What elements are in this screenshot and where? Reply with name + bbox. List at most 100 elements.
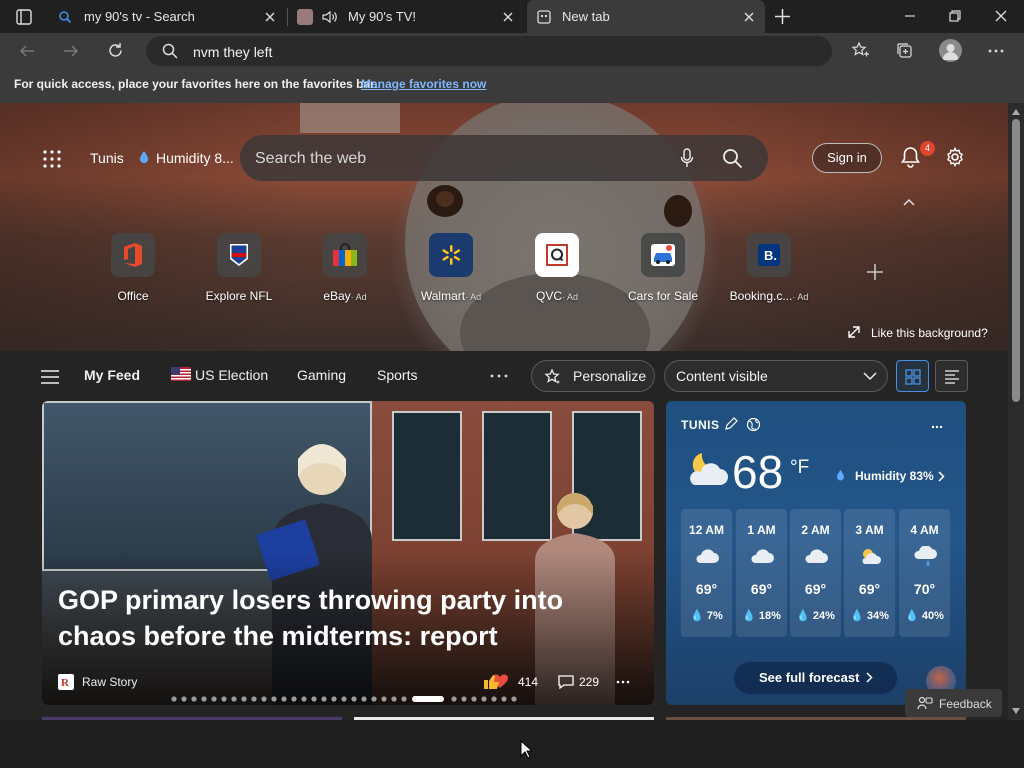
feedback-button[interactable]: Feedback	[905, 689, 1002, 717]
microphone-icon[interactable]	[680, 148, 694, 168]
list-layout-button[interactable]	[935, 360, 968, 392]
personalize-button[interactable]: Personalize	[531, 360, 655, 392]
reaction-like-heart-icon[interactable]	[482, 671, 516, 691]
scroll-up-icon[interactable]	[1012, 109, 1020, 115]
forward-arrow-icon[interactable]	[62, 42, 80, 60]
location-label[interactable]: Tunis	[90, 150, 124, 166]
comment-icon[interactable]	[557, 674, 575, 690]
rain-cloud-icon	[913, 546, 937, 566]
feedback-person-icon	[917, 696, 933, 710]
scrollbar-thumb[interactable]	[1012, 119, 1020, 402]
chevron-right-icon[interactable]	[938, 471, 945, 482]
story-more-icon[interactable]	[616, 680, 630, 684]
tab-title: My 90's TV!	[348, 9, 416, 24]
collections-icon[interactable]	[895, 41, 914, 60]
tab-title: my 90's tv - Search	[84, 9, 195, 24]
more-options-icon[interactable]	[987, 42, 1005, 60]
weather-card[interactable]: TUNIS 68 °F Humidity 83% 12 AM 69° 💧 7%	[666, 401, 966, 705]
search-favicon-icon	[58, 10, 74, 24]
office-logo-icon	[111, 233, 155, 277]
tab-my-90s-tv[interactable]: My 90's TV!	[288, 0, 524, 33]
refresh-icon[interactable]	[106, 41, 125, 60]
address-bar[interactable]: nvm they left	[146, 36, 832, 66]
profile-avatar-icon[interactable]	[939, 39, 962, 62]
manage-favorites-link[interactable]: Manage favorites now	[361, 77, 486, 91]
close-tab-icon[interactable]	[500, 9, 516, 25]
current-temperature: 68	[732, 446, 784, 498]
tab-new-tab[interactable]: New tab	[527, 0, 765, 33]
weather-city[interactable]: TUNIS	[681, 418, 720, 432]
web-search-box[interactable]: Search the web	[240, 135, 768, 181]
quick-link-booking[interactable]: B. Booking.c...· Ad	[714, 233, 824, 303]
hourly-forecast-item[interactable]: 1 AM 69° 💧 18%	[736, 509, 787, 637]
settings-gear-icon[interactable]	[945, 147, 965, 167]
tab-my-feed[interactable]: My Feed	[84, 367, 140, 383]
address-input-value[interactable]: nvm they left	[193, 44, 272, 60]
hour-precip: 24%	[812, 610, 835, 622]
edit-pencil-icon[interactable]	[724, 417, 738, 431]
tab-gaming[interactable]: Gaming	[297, 367, 346, 383]
cloud-icon	[750, 546, 774, 566]
globe-icon[interactable]	[746, 417, 761, 432]
hourly-forecast-item[interactable]: 12 AM 69° 💧 7%	[681, 509, 732, 637]
quick-link-ebay[interactable]: eBay· Ad	[290, 233, 400, 303]
humidity-label[interactable]: Humidity 8...	[156, 150, 234, 166]
search-submit-icon[interactable]	[722, 148, 743, 169]
see-full-forecast-button[interactable]: See full forecast	[734, 662, 897, 694]
quick-link-qvc[interactable]: QVC· Ad	[502, 233, 612, 303]
tab-actions-icon[interactable]	[15, 8, 33, 26]
humidity-value[interactable]: Humidity 83%	[855, 469, 934, 483]
notifications-bell-icon[interactable]	[900, 146, 921, 168]
hourly-forecast-item[interactable]: 3 AM 69° 💧 34%	[844, 509, 895, 637]
close-window-icon[interactable]	[993, 8, 1009, 24]
new-tab-page: Tunis Humidity 8... Search the web Sign …	[0, 103, 1008, 720]
carousel-dots[interactable]	[170, 695, 530, 703]
minimize-icon[interactable]	[902, 8, 918, 24]
precip-drop-icon: 💧	[905, 610, 919, 622]
hour-temperature: 70°	[913, 581, 936, 597]
collapse-chevron-icon[interactable]	[902, 197, 916, 207]
story-headline[interactable]: GOP primary losers throwing party into c…	[58, 582, 598, 654]
back-arrow-icon[interactable]	[18, 42, 36, 60]
restore-icon[interactable]	[947, 8, 963, 24]
app-launcher-icon[interactable]	[42, 149, 62, 169]
tab-us-election[interactable]: US Election	[195, 367, 268, 383]
temperature-unit[interactable]: °F	[790, 457, 809, 479]
quick-link-label: Cars for Sale	[627, 289, 699, 303]
tab-sports[interactable]: Sports	[377, 367, 417, 383]
reaction-count: 414	[518, 675, 539, 689]
hamburger-menu-icon[interactable]	[41, 370, 59, 384]
content-visibility-dropdown[interactable]: Content visible	[664, 360, 888, 392]
speaker-icon[interactable]	[322, 10, 338, 24]
quick-link-nfl[interactable]: Explore NFL	[184, 233, 294, 303]
story-source[interactable]: Raw Story	[82, 675, 137, 689]
sign-in-button[interactable]: Sign in	[812, 143, 882, 173]
weather-more-icon[interactable]	[931, 425, 943, 429]
forecast-button-label: See full forecast	[759, 670, 860, 685]
like-background-link[interactable]: Like this background?	[871, 326, 988, 340]
top-story-card[interactable]: GOP primary losers throwing party into c…	[42, 401, 654, 705]
close-tab-icon[interactable]	[741, 9, 757, 25]
favorites-bar-message: For quick access, place your favorites h…	[14, 77, 378, 91]
tab-title: New tab	[562, 9, 610, 24]
page-favicon-icon	[297, 8, 313, 25]
scroll-down-icon[interactable]	[1012, 708, 1020, 714]
quick-link-office[interactable]: Office	[78, 233, 188, 303]
nfl-logo-icon	[217, 233, 261, 277]
close-tab-icon[interactable]	[262, 9, 278, 25]
favorites-star-icon[interactable]	[851, 41, 870, 60]
quick-link-cars-for-sale[interactable]: Cars for Sale	[608, 233, 718, 303]
tab-search[interactable]: my 90's tv - Search	[50, 0, 286, 33]
more-tabs-icon[interactable]	[490, 374, 508, 378]
page-scrollbar[interactable]	[1008, 103, 1024, 720]
hourly-forecast-item[interactable]: 2 AM 69° 💧 24%	[790, 509, 841, 637]
hour-temperature: 69°	[858, 581, 881, 597]
new-tab-plus-icon[interactable]	[774, 8, 791, 25]
add-quick-link-icon[interactable]	[866, 263, 884, 281]
grid-layout-button[interactable]	[896, 360, 929, 392]
quick-link-walmart[interactable]: Walmart· Ad	[396, 233, 506, 303]
personalize-label: Personalize	[573, 368, 647, 384]
expand-background-icon[interactable]	[847, 325, 861, 339]
newtab-favicon-icon	[537, 9, 551, 24]
hourly-forecast-item[interactable]: 4 AM 70° 💧 40%	[899, 509, 950, 637]
